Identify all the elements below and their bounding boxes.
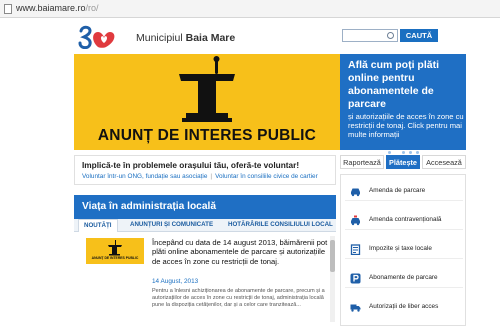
volunteer-council-link[interactable]: Voluntar în consiliile civice de cartier (215, 173, 318, 180)
carousel-dot[interactable] (409, 151, 412, 154)
promo-title[interactable]: Află cum poți plăti online pentru abonam… (348, 59, 462, 111)
news-headline[interactable]: Începând cu data de 14 august 2013, băim… (152, 238, 328, 266)
news-excerpt: Pentru a înlesni achiziționarea de abona… (152, 288, 325, 308)
tab-announcements[interactable]: ANUNȚURI ȘI COMUNICATE (130, 221, 213, 228)
car-icon (351, 188, 360, 197)
carousel-dot[interactable] (395, 151, 398, 154)
search-input[interactable] (342, 29, 398, 42)
list-item-label: Amenda contravențională (369, 216, 442, 223)
list-item-label: Abonamente de parcare (369, 274, 438, 281)
carousel-dot[interactable] (388, 151, 391, 154)
promo-text[interactable]: și autorizațiile de acces în zone cu res… (348, 112, 464, 139)
volunteer-ngo-link[interactable]: Voluntar într-un ONG, fundație sau asoci… (82, 173, 207, 180)
list-item[interactable]: Impozite și taxe locale (345, 239, 463, 259)
volunteer-box: Implică-te în problemele orașului tău, o… (74, 155, 336, 185)
tab-report[interactable]: Raportează (340, 155, 384, 169)
volunteer-title: Implică-te în problemele orașului tău, o… (82, 160, 300, 170)
parking-icon (350, 273, 361, 284)
podium-icon (108, 240, 122, 256)
list-item[interactable]: Amenda contravențională (345, 210, 463, 230)
list-item[interactable]: Autorizații de liber acces (345, 297, 463, 317)
thumbnail-caption: ANUNȚ DE INTERES PUBLIC (91, 256, 139, 260)
volunteer-links: Voluntar într-un ONG, fundație sau asoci… (82, 173, 318, 180)
site-title[interactable]: Municipiul Baia Mare (136, 32, 235, 44)
list-item-label: Autorizații de liber acces (369, 303, 439, 310)
list-item[interactable]: Abonamente de parcare (345, 268, 463, 288)
link-separator: | (210, 173, 213, 180)
search-button[interactable]: CAUTĂ (400, 29, 438, 42)
section-header: Viața în administrația locală (74, 195, 336, 219)
site-header: Municipiul Baia Mare CAUTĂ (0, 18, 500, 54)
section-title: Viața în administrația locală (82, 201, 216, 212)
scrollbar-thumb[interactable] (330, 240, 335, 272)
services-tabs: Raportează Plătește Accesează (340, 155, 466, 169)
city-logo[interactable] (78, 25, 118, 49)
browser-address-bar[interactable]: www.baiamare.ro/ro/ (0, 0, 500, 18)
search-icon (387, 32, 394, 39)
news-date: 14 August, 2013 (152, 278, 199, 285)
page-icon (4, 4, 12, 14)
tab-access[interactable]: Accesează (422, 155, 466, 169)
promo-panel[interactable]: Află cum poți plăti online pentru abonam… (340, 54, 466, 154)
tab-news[interactable]: NOUTĂȚI (78, 219, 118, 232)
news-thumbnail[interactable]: ANUNȚ DE INTERES PUBLIC (86, 238, 144, 264)
news-scrollbar[interactable] (330, 236, 335, 322)
url-text[interactable]: www.baiamare.ro/ro/ (16, 3, 99, 13)
tab-council-decisions[interactable]: HOTĂRÂRILE CONSILIULUI LOCAL (228, 221, 333, 228)
police-car-icon (351, 215, 360, 226)
carousel-dot[interactable] (402, 151, 405, 154)
carousel-dot[interactable] (416, 151, 419, 154)
list-item-label: Impozite și taxe locale (369, 245, 432, 252)
tab-pay[interactable]: Plătește (386, 155, 420, 169)
tax-icon (350, 244, 361, 255)
list-item-label: Amenda de parcare (369, 187, 426, 194)
announcement-banner[interactable]: ANUNȚ DE INTERES PUBLIC (74, 54, 340, 150)
banner-title: ANUNȚ DE INTERES PUBLIC (97, 127, 317, 144)
services-list: Amenda de parcare Amenda contravențional… (340, 174, 466, 326)
truck-icon (350, 304, 361, 312)
list-item[interactable]: Amenda de parcare (345, 181, 463, 201)
section-tabs: NOUTĂȚI ANUNȚURI ȘI COMUNICATE HOTĂRÂRIL… (74, 219, 336, 232)
